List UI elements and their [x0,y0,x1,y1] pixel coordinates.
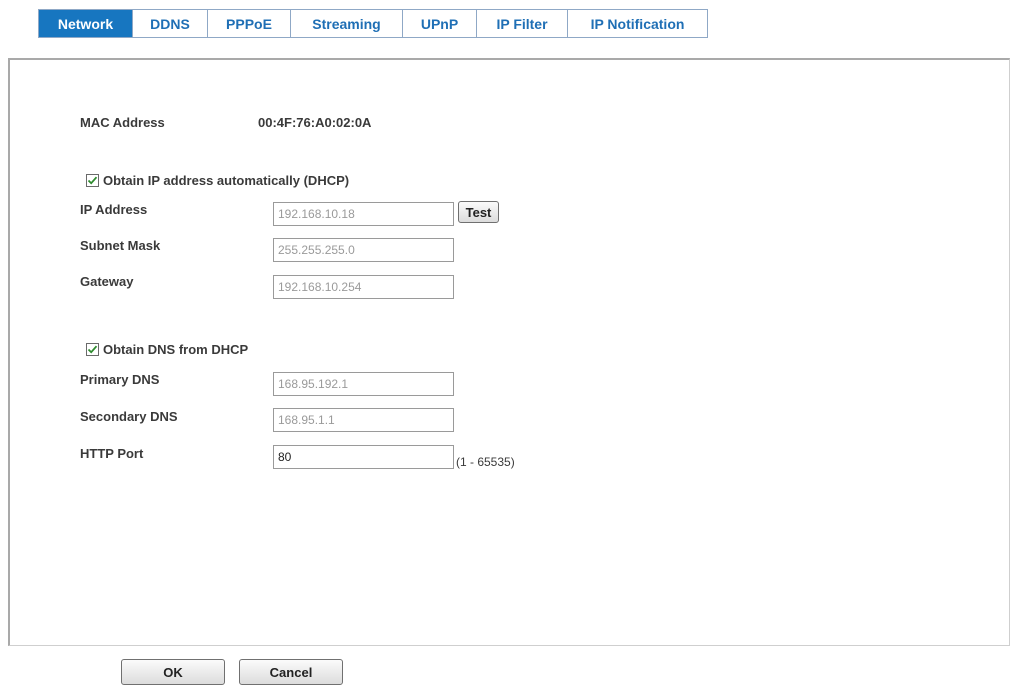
tab-network[interactable]: Network [39,10,133,37]
dhcp-checkbox-label: Obtain IP address automatically (DHCP) [103,173,350,188]
mac-address-value: 00:4F:76:A0:02:0A [258,115,372,130]
http-port-field[interactable] [273,445,454,469]
dhcp-checkbox[interactable] [86,174,99,187]
secondary-dns-field[interactable] [273,408,454,432]
dhcp-checkbox-row[interactable]: Obtain IP address automatically (DHCP) [86,173,349,188]
subnet-mask-label: Subnet Mask [80,238,161,253]
mac-address-label: MAC Address [80,115,165,130]
secondary-dns-label: Secondary DNS [80,409,178,424]
cancel-button[interactable]: Cancel [239,659,343,685]
gateway-label: Gateway [80,274,134,289]
subnet-mask-field[interactable] [273,238,454,262]
tab-ip-filter[interactable]: IP Filter [477,10,568,37]
dns-dhcp-checkbox-label: Obtain DNS from DHCP [103,342,249,357]
ip-address-field[interactable] [273,202,454,226]
settings-tab-bar: Network DDNS PPPoE Streaming UPnP IP Fil… [38,9,708,38]
tab-upnp[interactable]: UPnP [403,10,477,37]
checkmark-icon [87,176,98,185]
gateway-field[interactable] [273,275,454,299]
tab-ip-notification[interactable]: IP Notification [568,10,707,37]
checkmark-icon [87,345,98,354]
http-port-range-hint: (1 - 65535) [456,455,515,469]
ok-button[interactable]: OK [121,659,225,685]
test-button[interactable]: Test [458,201,499,223]
tab-streaming[interactable]: Streaming [291,10,403,37]
dns-dhcp-checkbox-row[interactable]: Obtain DNS from DHCP [86,342,248,357]
primary-dns-field[interactable] [273,372,454,396]
dns-dhcp-checkbox[interactable] [86,343,99,356]
tab-pppoe[interactable]: PPPoE [208,10,291,37]
ip-address-label: IP Address [80,202,148,217]
tab-ddns[interactable]: DDNS [133,10,208,37]
http-port-label: HTTP Port [80,446,144,461]
primary-dns-label: Primary DNS [80,372,160,387]
